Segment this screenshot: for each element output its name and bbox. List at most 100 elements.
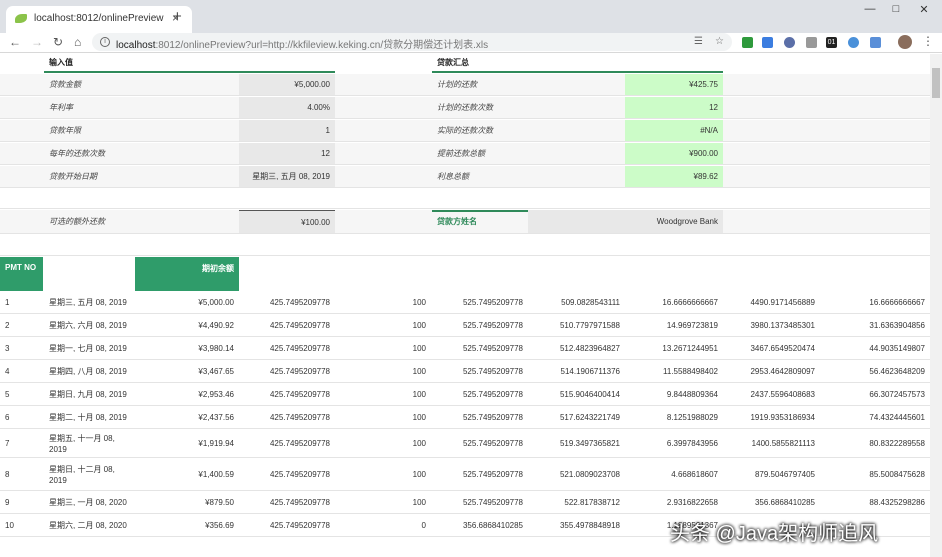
maximize-icon[interactable]: □ — [884, 3, 908, 19]
cell-payment-date: 星期日, 九月 08, 2019 — [49, 390, 127, 399]
url-text[interactable]: localhost:8012/onlinePreview?url=http://… — [116, 36, 488, 51]
cell-scheduled-payment: 425.7495209778 — [269, 498, 330, 507]
cell-pmt-no: 10 — [5, 521, 14, 530]
extension-icon[interactable] — [806, 37, 817, 48]
table-row: 5 星期日, 九月 08, 2019 ¥2,953.46 425.7495209778… — [0, 384, 930, 406]
new-tab-button[interactable]: + — [173, 9, 182, 24]
cell-cumulative-interest: 74.4324445601 — [869, 413, 925, 422]
close-window-icon[interactable]: ✕ — [912, 3, 936, 19]
summary-value: #N/A — [625, 120, 723, 141]
bookmark-star-icon[interactable]: ☆ — [715, 36, 724, 47]
minimize-icon[interactable]: — — [858, 3, 882, 19]
cell-principal: 514.1906711376 — [560, 367, 620, 376]
summary-value: ¥425.75 — [625, 74, 723, 95]
browser-toolbar: ← → ↻ ⌂ i localhost:8012/onlinePreview?u… — [0, 33, 942, 53]
table-row: 6 星期二, 十月 08, 2019 ¥2,437.56 425.7495209778… — [0, 407, 930, 429]
translate-extension-icon[interactable] — [762, 37, 773, 48]
cell-payment-date: 星期六, 二月 08, 2020 — [49, 521, 127, 530]
cell-beginning-balance: ¥5,000.00 — [198, 298, 234, 307]
summary-label: 实际的还款次数 — [437, 126, 493, 135]
input-label: 贷款金额 — [49, 80, 81, 89]
cell-ending-balance: 356.6868410285 — [754, 498, 815, 507]
browser-tab[interactable]: localhost:8012/onlinePreview × — [6, 6, 192, 33]
cell-cumulative-interest: 85.5008475628 — [869, 470, 925, 479]
cell-pmt-no: 8 — [5, 470, 10, 479]
cell-scheduled-payment: 425.7495209778 — [269, 298, 330, 307]
cell-scheduled-payment: 425.7495209778 — [269, 439, 330, 448]
input-label: 年利率 — [49, 103, 73, 112]
extra-row: 可选的额外还款 ¥100.00 贷款方姓名 Woodgrove Bank — [0, 210, 930, 234]
cell-payment-date: 星期二, 十月 08, 2019 — [49, 413, 127, 422]
input-label: 贷款年限 — [49, 126, 81, 135]
cell-payment-date: 星期日, 十二月 08, 2019 — [49, 464, 115, 485]
back-icon[interactable]: ← — [9, 35, 21, 49]
lender-value[interactable]: Woodgrove Bank — [528, 210, 723, 233]
translate-icon[interactable]: ☰ — [694, 36, 703, 47]
cell-total-payment: 525.7495209778 — [462, 498, 523, 507]
cell-total-payment: 525.7495209778 — [462, 321, 523, 330]
section-header-row: 输入值 贷款汇总 — [0, 54, 930, 71]
reload-icon[interactable]: ↻ — [53, 35, 63, 49]
inputs-header-underline — [44, 71, 335, 73]
summary-header: 贷款汇总 — [437, 58, 469, 67]
extra-payment-value[interactable]: ¥100.00 — [239, 210, 335, 233]
cell-cumulative-interest: 88.4325298286 — [869, 498, 925, 507]
cell-pmt-no: 3 — [5, 344, 10, 353]
cell-cumulative-interest: 16.6666666667 — [869, 298, 925, 307]
cell-interest: 11.5588498402 — [662, 367, 718, 376]
cell-cumulative-interest: 80.8322289558 — [869, 439, 925, 448]
cell-extra-payment: 100 — [412, 390, 426, 399]
input-value[interactable]: 12 — [239, 143, 335, 164]
cell-beginning-balance: ¥356.69 — [205, 521, 234, 530]
input-value[interactable]: 4.00% — [239, 97, 335, 118]
forward-icon[interactable]: → — [31, 35, 43, 49]
cell-principal: 517.6243221749 — [559, 413, 620, 422]
home-icon[interactable]: ⌂ — [74, 35, 81, 49]
cell-pmt-no: 6 — [5, 413, 10, 422]
cell-interest: 4.668618607 — [671, 470, 718, 479]
summary-value: ¥89.62 — [625, 166, 723, 187]
cell-total-payment: 525.7495209778 — [462, 344, 523, 353]
scrollbar-thumb[interactable] — [932, 68, 940, 98]
cell-pmt-no: 1 — [5, 298, 10, 307]
extension-icon[interactable] — [784, 37, 795, 48]
menu-icon[interactable]: ⋮ — [922, 34, 934, 48]
schedule-table-header: PMT NO 期初余额 — [0, 257, 930, 291]
avatar[interactable] — [898, 35, 912, 49]
cell-principal: 521.0809023708 — [559, 470, 620, 479]
input-value[interactable]: ¥5,000.00 — [239, 74, 335, 95]
shield-extension-icon[interactable] — [742, 37, 753, 48]
cell-principal: 512.4823964827 — [559, 344, 620, 353]
cell-extra-payment: 100 — [412, 470, 426, 479]
bird-extension-icon[interactable] — [870, 37, 881, 48]
spacer-row — [0, 189, 930, 209]
summary-label: 提前还款总额 — [437, 149, 485, 158]
cell-ending-balance: 3467.6549520474 — [750, 344, 815, 353]
cell-ending-balance: 1400.5855821113 — [751, 439, 815, 448]
summary-header-underline — [432, 71, 723, 73]
cell-payment-date: 星期五, 十一月 08, 2019 — [49, 433, 115, 454]
cell-payment-date: 星期六, 六月 08, 2019 — [49, 321, 127, 330]
input-label: 每年的还款次数 — [49, 149, 105, 158]
summary-value: ¥900.00 — [625, 143, 723, 164]
cell-scheduled-payment: 425.7495209778 — [269, 367, 330, 376]
cell-extra-payment: 0 — [421, 521, 426, 530]
table-row: 9 星期三, 一月 08, 2020 ¥879.50 425.7495209778 10… — [0, 492, 930, 514]
cell-cumulative-interest: 31.6363904856 — [869, 321, 925, 330]
cell-interest: 14.969723819 — [666, 321, 718, 330]
vertical-scrollbar[interactable] — [930, 54, 942, 557]
cell-principal: 355.4978848918 — [559, 521, 620, 530]
cell-ending-balance: 1919.9353186934 — [750, 413, 815, 422]
cell-beginning-balance: ¥879.50 — [205, 498, 234, 507]
cell-total-payment: 525.7495209778 — [462, 298, 523, 307]
address-bar[interactable]: i localhost:8012/onlinePreview?url=http:… — [92, 33, 732, 51]
watermark: 头条 @Java架构师追风 — [670, 523, 879, 545]
cell-beginning-balance: ¥4,490.92 — [198, 321, 234, 330]
tab-title: localhost:8012/onlinePreview — [34, 13, 164, 24]
input-value[interactable]: 星期三, 五月 08, 2019 — [239, 166, 335, 187]
extension-01-icon[interactable]: 01 — [826, 37, 837, 48]
input-value[interactable]: 1 — [239, 120, 335, 141]
site-info-icon[interactable]: i — [100, 37, 110, 47]
cell-extra-payment: 100 — [412, 439, 426, 448]
cloud-extension-icon[interactable] — [848, 37, 859, 48]
